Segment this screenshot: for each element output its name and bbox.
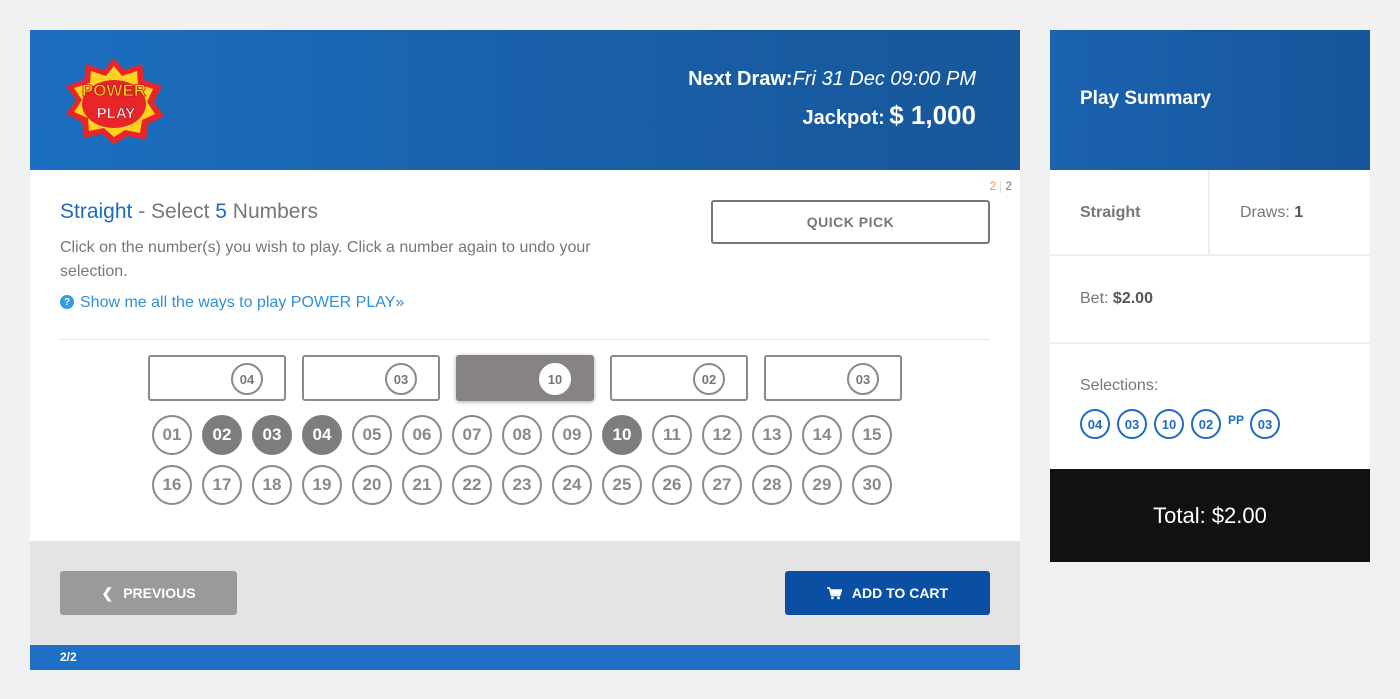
summary-bet-row: Bet: $2.00 (1050, 258, 1370, 344)
chevron-left-icon: ❮ (101, 584, 114, 601)
summary-header: Play Summary (1050, 30, 1370, 170)
number-ball[interactable]: 22 (452, 465, 492, 505)
next-draw: Next Draw:Fri 31 Dec 09:00 PM (688, 68, 976, 91)
selection-slots: 04 03 10 02 03 (148, 355, 902, 401)
selection-slot[interactable]: 04 (148, 355, 286, 401)
logo-text-bottom: PLAY (97, 105, 136, 122)
jackpot-label: Jackpot: (802, 107, 885, 129)
help-link-text[interactable]: Show me all the ways to play POWER PLAY» (80, 294, 404, 312)
instructions-text: Click on the number(s) you wish to play.… (60, 239, 591, 280)
previous-label: PREVIOUS (123, 585, 196, 601)
number-ball[interactable]: 28 (752, 465, 792, 505)
add-to-cart-button[interactable]: ADD TO CART (785, 571, 990, 615)
number-ball[interactable]: 27 (702, 465, 742, 505)
step-indicator: 22 (990, 179, 1012, 193)
selection-chip: 03 (1117, 409, 1147, 439)
draws-value: 1 (1294, 204, 1304, 221)
selection-chips: 04 03 10 02 PP 03 (1080, 409, 1287, 439)
number-ball[interactable]: 18 (252, 465, 292, 505)
number-ball[interactable]: 26 (652, 465, 692, 505)
number-ball[interactable]: 13 (752, 415, 792, 455)
action-bar: ❮ PREVIOUS ADD TO CART (30, 541, 1020, 645)
progress-bar: 2/2 (30, 645, 1020, 670)
summary-selections-row: Selections: 04 03 10 02 PP 03 (1050, 346, 1370, 469)
number-ball[interactable]: 09 (552, 415, 592, 455)
selection-slot[interactable]: 10 (456, 355, 594, 401)
summary-bet: Bet: $2.00 (1080, 290, 1153, 308)
total: Total: $2.00 (1050, 469, 1370, 562)
summary-bet-type: Straight (1080, 204, 1141, 221)
quick-pick-button[interactable]: QUICK PICK (711, 200, 990, 244)
jackpot-value: $ 1,000 (889, 100, 976, 130)
slot-number: 03 (847, 363, 879, 395)
summary-type-row: Straight Draws: 1 (1050, 170, 1370, 256)
help-link[interactable]: ? Show me all the ways to play POWER PLAY… (60, 294, 404, 312)
previous-button[interactable]: ❮ PREVIOUS (60, 571, 237, 615)
number-ball[interactable]: 03 (252, 415, 292, 455)
selections-label: Selections: (1080, 377, 1159, 394)
slot-number: 10 (539, 363, 571, 395)
number-ball[interactable]: 20 (352, 465, 392, 505)
selection-chip: 04 (1080, 409, 1110, 439)
cart-icon (826, 586, 842, 599)
number-ball[interactable]: 10 (602, 415, 642, 455)
number-ball[interactable]: 02 (202, 415, 242, 455)
bet-type-title: Straight (60, 200, 133, 223)
logo-text-top: POWER (82, 81, 146, 100)
number-ball[interactable]: 19 (302, 465, 342, 505)
number-ball[interactable]: 23 (502, 465, 542, 505)
number-ball[interactable]: 25 (602, 465, 642, 505)
slot-number: 02 (693, 363, 725, 395)
next-draw-label: Next Draw: (688, 68, 793, 90)
slot-number: 03 (385, 363, 417, 395)
selection-slot[interactable]: 02 (610, 355, 748, 401)
bet-label: Bet: (1080, 290, 1109, 307)
selection-slot[interactable]: 03 (302, 355, 440, 401)
selection-chip: 02 (1191, 409, 1221, 439)
number-ball[interactable]: 01 (152, 415, 192, 455)
title-count: 5 (215, 200, 227, 223)
number-ball[interactable]: 16 (152, 465, 192, 505)
title-suffix: Numbers (226, 200, 318, 223)
number-ball[interactable]: 04 (302, 415, 342, 455)
divider (60, 339, 990, 340)
number-ball[interactable]: 21 (402, 465, 442, 505)
step-total: 2 (1005, 179, 1012, 193)
title-separator: - Select (132, 200, 216, 223)
next-draw-value: Fri 31 Dec 09:00 PM (792, 68, 976, 90)
pp-label: PP (1228, 413, 1245, 427)
number-ball[interactable]: 29 (802, 465, 842, 505)
play-summary-panel: Play Summary Straight Draws: 1 Bet: $2.0… (1050, 30, 1370, 562)
number-grid: 01 02 03 04 05 06 07 08 09 10 11 12 13 14 15 16 17 18 19 20… (152, 415, 894, 507)
number-ball[interactable]: 14 (802, 415, 842, 455)
bet-value: $2.00 (1112, 290, 1153, 307)
number-ball[interactable]: 08 (502, 415, 542, 455)
selection-slot[interactable]: 03 (764, 355, 902, 401)
selection-chip: 10 (1154, 409, 1184, 439)
summary-title: Play Summary (1080, 88, 1211, 109)
summary-draws: Draws: 1 (1240, 204, 1303, 222)
slot-number: 04 (231, 363, 263, 395)
number-ball[interactable]: 24 (552, 465, 592, 505)
jackpot: Jackpot: $ 1,000 (803, 100, 976, 131)
play-panel: POWER PLAY Next Draw:Fri 31 Dec 09:00 PM… (30, 30, 1020, 670)
add-to-cart-label: ADD TO CART (851, 585, 949, 601)
game-header: POWER PLAY Next Draw:Fri 31 Dec 09:00 PM… (30, 30, 1020, 170)
number-ball[interactable]: 12 (702, 415, 742, 455)
number-ball[interactable]: 17 (202, 465, 242, 505)
power-play-logo: POWER PLAY (66, 58, 164, 144)
question-icon: ? (60, 295, 74, 309)
number-ball[interactable]: 07 (452, 415, 492, 455)
step-divider (1000, 180, 1002, 193)
pp-chip: 03 (1250, 409, 1281, 439)
step-current: 2 (989, 179, 997, 193)
number-ball[interactable]: 15 (852, 415, 892, 455)
number-ball[interactable]: 05 (352, 415, 392, 455)
number-ball[interactable]: 06 (402, 415, 442, 455)
game-title: Straight - Select 5 Numbers (60, 200, 318, 224)
number-ball[interactable]: 30 (852, 465, 892, 505)
number-ball[interactable]: 11 (652, 415, 692, 455)
draws-label: Draws: (1240, 204, 1290, 221)
